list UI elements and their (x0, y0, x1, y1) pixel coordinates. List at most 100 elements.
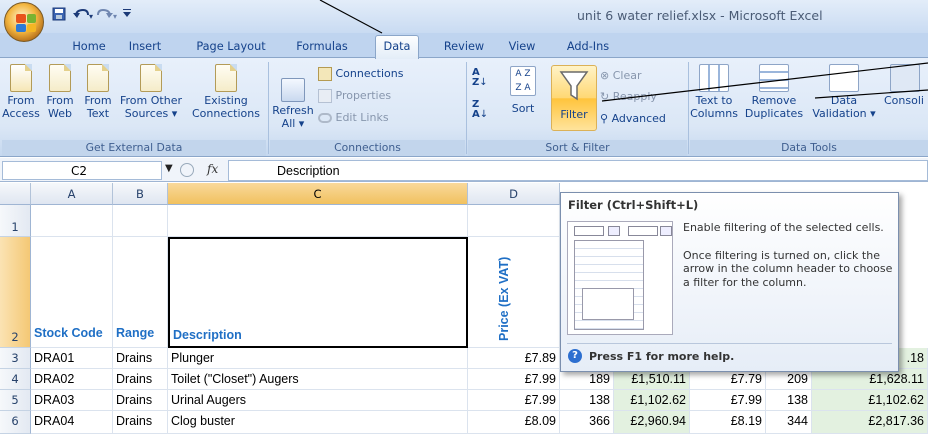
header-cell-description-selected[interactable]: Description (168, 237, 468, 348)
table-cell[interactable]: Drains (113, 390, 168, 411)
row-header[interactable]: 6 (0, 411, 31, 434)
tab-review[interactable]: Review (436, 37, 492, 57)
save-icon[interactable] (52, 7, 66, 25)
table-cell[interactable]: £7.99 (690, 390, 766, 411)
preview-list (582, 288, 634, 320)
table-cell[interactable]: 138 (766, 390, 812, 411)
cell[interactable] (31, 205, 113, 237)
table-cell[interactable]: £1,510.11 (614, 369, 690, 390)
redo-icon[interactable]: ▾ (96, 7, 118, 25)
properties-button[interactable]: Properties (318, 89, 391, 103)
formula-input[interactable]: Description (228, 160, 928, 181)
select-all-corner[interactable] (0, 183, 31, 205)
row-header[interactable]: 3 (0, 348, 31, 369)
header-cell-range[interactable]: Range (113, 237, 168, 348)
table-cell[interactable]: £8.09 (468, 411, 560, 434)
tab-home[interactable]: Home (66, 37, 112, 57)
table-cell[interactable]: DRA01 (31, 348, 113, 369)
table-cell[interactable]: Drains (113, 411, 168, 434)
table-cell[interactable]: £1,628.11 (812, 369, 928, 390)
existing-connections-button[interactable]: Existing Connections (190, 64, 262, 120)
data-validation-button[interactable]: Data Validation ▾ (808, 64, 880, 120)
from-access-button[interactable]: From Access (2, 64, 40, 120)
table-cell[interactable]: £7.79 (690, 369, 766, 390)
table-cell[interactable]: £2,817.36 (812, 411, 928, 434)
table-cell[interactable]: 138 (560, 390, 614, 411)
row-header[interactable]: 1 (0, 205, 31, 237)
from-text-button[interactable]: From Text (80, 64, 116, 120)
table-cell[interactable]: Urinal Augers (168, 390, 468, 411)
sort-dialog-icon: A ZZ A (510, 66, 536, 96)
table-cell[interactable]: 366 (560, 411, 614, 434)
table-cell[interactable]: £7.89 (468, 348, 560, 369)
refresh-all-button[interactable]: Refresh All ▾ (272, 78, 314, 130)
connections-button[interactable]: Connections (318, 67, 403, 81)
duplicates-icon (759, 64, 789, 92)
tab-data[interactable]: Data (375, 35, 419, 59)
table-cell[interactable]: 189 (560, 369, 614, 390)
cell[interactable] (168, 205, 468, 237)
header-cell-price[interactable]: Price (Ex VAT) (468, 237, 560, 348)
table-cell[interactable]: Toilet ("Closet") Augers (168, 369, 468, 390)
name-box-dropdown-icon[interactable]: ▼ (165, 163, 173, 174)
tab-insert[interactable]: Insert (122, 37, 168, 57)
row-header[interactable]: 4 (0, 369, 31, 390)
remove-duplicates-button[interactable]: Remove Duplicates (742, 64, 806, 120)
row-header[interactable]: 5 (0, 390, 31, 411)
tab-formulas[interactable]: Formulas (290, 37, 354, 57)
tab-view[interactable]: View (502, 37, 542, 57)
sort-za-icon[interactable]: Z A↓ (472, 100, 488, 120)
table-cell[interactable]: Plunger (168, 348, 468, 369)
reapply-button[interactable]: ↻ Reapply (600, 90, 657, 103)
button-label: Connections (335, 67, 404, 80)
table-cell[interactable]: £2,960.94 (614, 411, 690, 434)
header-cell-stock-code[interactable]: Stock Code (31, 237, 113, 348)
cell[interactable] (468, 205, 560, 237)
table-cell[interactable]: DRA02 (31, 369, 113, 390)
refresh-icon (281, 78, 305, 102)
tab-page-layout[interactable]: Page Layout (188, 37, 274, 57)
table-cell[interactable]: £8.19 (690, 411, 766, 434)
button-label: Access (2, 107, 40, 120)
table-cell[interactable]: Drains (113, 369, 168, 390)
edit-links-button[interactable]: Edit Links (318, 111, 389, 124)
from-other-sources-button[interactable]: From Other Sources ▾ (118, 64, 184, 120)
table-cell[interactable]: £1,102.62 (812, 390, 928, 411)
tooltip-help-text: Press F1 for more help. (589, 350, 735, 363)
table-cell[interactable]: DRA04 (31, 411, 113, 434)
sort-button[interactable]: A ZZ A Sort (502, 66, 544, 115)
name-box-value: C2 (71, 164, 88, 178)
filter-button[interactable]: Filter (551, 65, 597, 131)
text-to-columns-button[interactable]: Text to Columns (690, 64, 738, 120)
cell[interactable] (113, 205, 168, 237)
sort-az-icon[interactable]: A Z↓ (472, 68, 488, 88)
text-file-icon (87, 64, 109, 92)
row-header[interactable]: 2 (0, 237, 31, 348)
reapply-icon: ↻ (600, 90, 610, 103)
table-cell[interactable]: Clog buster (168, 411, 468, 434)
insert-function-icon[interactable]: fx (207, 162, 218, 176)
table-cell[interactable]: Drains (113, 348, 168, 369)
column-header-b[interactable]: B (113, 183, 168, 205)
table-cell[interactable]: 344 (766, 411, 812, 434)
column-header-c[interactable]: C (168, 183, 468, 205)
button-label: From Other (120, 94, 182, 107)
table-cell[interactable]: 209 (766, 369, 812, 390)
button-label: Consoli (884, 94, 924, 107)
tab-add-ins[interactable]: Add-Ins (558, 37, 618, 57)
table-cell[interactable]: £7.99 (468, 390, 560, 411)
formula-bar-circle-icon[interactable] (180, 163, 194, 177)
office-button[interactable] (4, 2, 44, 42)
advanced-filter-button[interactable]: ⚲ Advanced (600, 112, 666, 125)
consolidate-button[interactable]: Consoli (884, 64, 928, 107)
from-web-button[interactable]: From Web (42, 64, 78, 120)
column-header-d[interactable]: D (468, 183, 560, 205)
column-header-a[interactable]: A (31, 183, 113, 205)
table-cell[interactable]: DRA03 (31, 390, 113, 411)
table-cell[interactable]: £7.99 (468, 369, 560, 390)
undo-icon[interactable]: ▾ (72, 7, 94, 25)
name-box[interactable]: C2 (2, 161, 162, 180)
clear-filter-button[interactable]: ⊗ Clear (600, 69, 642, 82)
table-cell[interactable]: £1,102.62 (614, 390, 690, 411)
qat-customize-icon[interactable] (122, 7, 132, 25)
